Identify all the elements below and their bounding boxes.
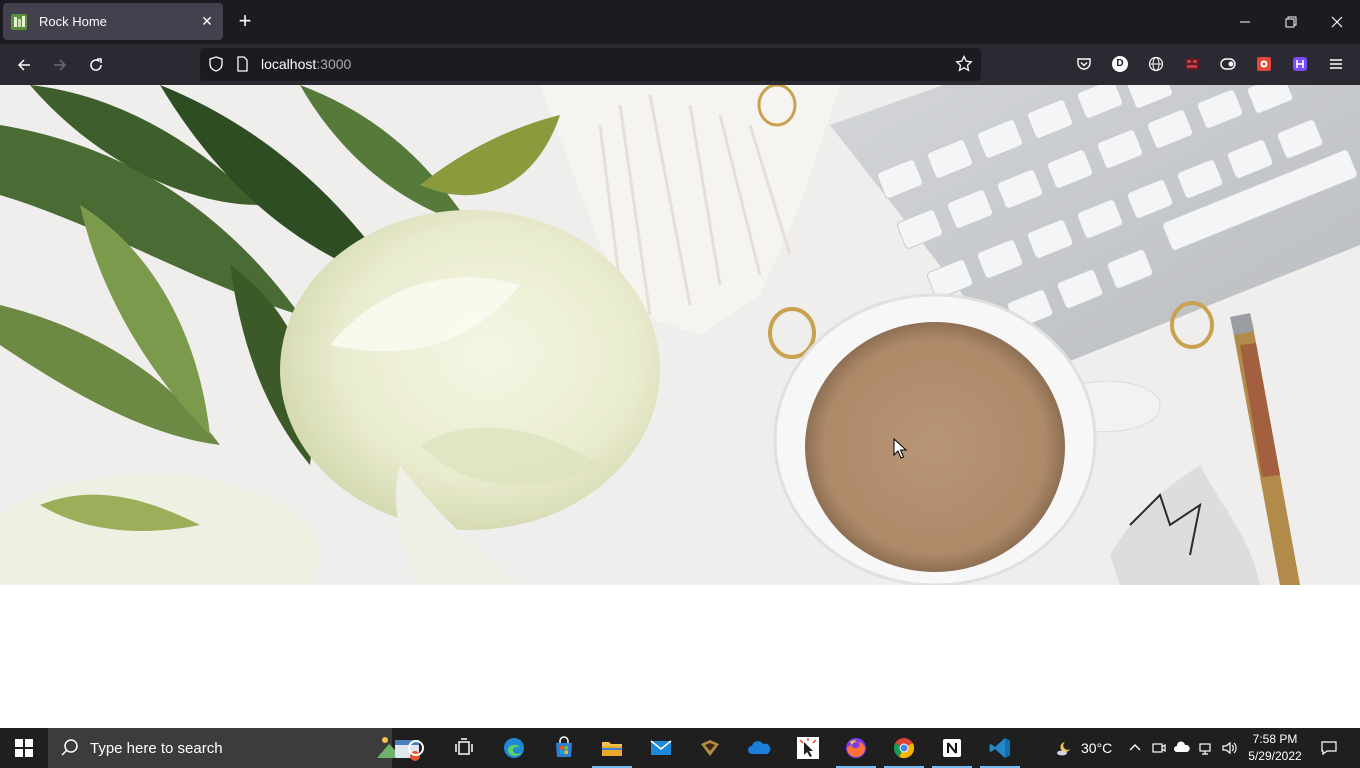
restore-icon — [1285, 16, 1297, 28]
restore-button[interactable] — [1268, 0, 1314, 44]
chevron-up-icon — [1129, 744, 1141, 751]
back-button[interactable] — [11, 52, 37, 78]
forward-button[interactable] — [47, 52, 73, 78]
minimize-button[interactable] — [1222, 0, 1268, 44]
windows-taskbar: Type here to search 30°C 7:58 PM 5/29/20… — [0, 728, 1360, 768]
task-view-button[interactable] — [440, 728, 488, 768]
extension-red-button[interactable] — [1183, 55, 1201, 73]
book-app-icon — [701, 740, 719, 756]
browser-tab-strip: Rock Home ✕ + — [0, 0, 1360, 44]
speaker-icon — [1222, 741, 1237, 755]
account-avatar-button[interactable]: D — [1111, 55, 1129, 73]
site-favicon-icon — [11, 13, 27, 30]
reload-icon — [90, 58, 102, 71]
tray-volume[interactable] — [1221, 740, 1237, 756]
hero-photo-illustration — [0, 85, 1360, 585]
tray-network[interactable] — [1198, 740, 1214, 756]
app-menu-button[interactable] — [1327, 55, 1345, 73]
action-center-button[interactable] — [1320, 739, 1338, 757]
clock-date: 5/29/2022 — [1248, 749, 1302, 763]
cloud-tray-icon — [1174, 741, 1190, 752]
system-clock[interactable]: 7:58 PM 5/29/2022 — [1240, 731, 1310, 765]
taskbar-firefox[interactable] — [832, 728, 880, 768]
bookmark-star-icon[interactable] — [955, 55, 973, 73]
extension-purple-icon — [1293, 57, 1307, 71]
tracking-protection-shield-icon[interactable] — [208, 56, 224, 72]
edge-icon — [504, 738, 524, 758]
url-text: localhost:3000 — [261, 56, 351, 72]
start-button[interactable] — [0, 728, 48, 768]
url-port: :3000 — [316, 56, 352, 72]
extension-orange-button[interactable] — [1255, 55, 1273, 73]
tab-close-icon[interactable]: ✕ — [199, 13, 215, 30]
pocket-icon — [1077, 58, 1091, 70]
extension-sync-button[interactable] — [1219, 55, 1237, 73]
mouse-cursor-icon — [893, 438, 907, 459]
url-host: localhost — [261, 56, 317, 72]
tab-title: Rock Home — [39, 14, 107, 29]
taskbar-store[interactable] — [540, 728, 588, 768]
pocket-button[interactable] — [1075, 55, 1093, 73]
sync-extension-icon — [1220, 58, 1236, 70]
taskbar-mail[interactable] — [637, 728, 685, 768]
taskbar-chrome[interactable] — [880, 728, 928, 768]
taskbar-onedrive[interactable] — [735, 728, 783, 768]
cursor-click-app-icon — [797, 737, 819, 759]
search-icon — [61, 739, 78, 756]
extension-purple-button[interactable] — [1291, 55, 1309, 73]
notification-icon — [1321, 741, 1337, 756]
account-d-icon: D — [1112, 56, 1128, 72]
windows-logo-icon — [15, 739, 33, 757]
globe-icon — [1148, 56, 1164, 72]
arrow-right-icon — [54, 59, 67, 71]
task-view-icon — [455, 738, 473, 755]
chrome-icon — [893, 738, 915, 759]
tray-meet-now[interactable] — [1151, 740, 1167, 756]
taskbar-snipping-tool[interactable] — [784, 728, 832, 768]
mail-icon — [650, 740, 672, 755]
firefox-icon — [846, 738, 866, 758]
tray-onedrive[interactable] — [1174, 740, 1190, 756]
page-viewport — [0, 85, 1360, 728]
taskbar-notion[interactable] — [928, 728, 976, 768]
network-icon — [1199, 743, 1211, 755]
reload-button[interactable] — [83, 52, 109, 78]
hero-banner-image — [0, 85, 1360, 585]
taskbar-edge[interactable] — [490, 728, 538, 768]
moon-cloud-icon — [1057, 742, 1070, 756]
cortana-circle-icon — [408, 740, 424, 756]
vscode-icon — [989, 738, 1010, 758]
new-tab-button[interactable]: + — [232, 9, 258, 35]
arrow-left-icon — [17, 59, 30, 71]
browser-toolbar: localhost:3000 D — [0, 44, 1360, 85]
weather-temperature[interactable]: 30°C — [1081, 740, 1112, 756]
translate-extension-button[interactable] — [1147, 55, 1165, 73]
close-window-button[interactable] — [1314, 0, 1360, 44]
page-info-icon[interactable] — [234, 56, 250, 72]
show-hidden-icons-button[interactable] — [1127, 740, 1143, 756]
notion-icon — [943, 739, 961, 757]
search-placeholder: Type here to search — [90, 739, 223, 757]
grid-extension-icon — [1185, 58, 1199, 70]
puzzle-orange-icon — [1257, 57, 1271, 71]
folder-icon — [602, 742, 622, 756]
minimize-icon — [1240, 21, 1250, 23]
hamburger-menu-icon — [1330, 59, 1342, 69]
weather-widget[interactable] — [1052, 740, 1076, 756]
address-bar[interactable]: localhost:3000 — [200, 48, 981, 81]
onedrive-cloud-icon — [748, 741, 771, 754]
close-icon — [1331, 16, 1343, 28]
tab-rock-home[interactable]: Rock Home ✕ — [3, 3, 223, 40]
taskbar-search-box[interactable]: Type here to search — [48, 728, 420, 768]
taskbar-file-explorer[interactable] — [588, 728, 636, 768]
camera-tray-icon — [1152, 743, 1166, 753]
cortana-button[interactable] — [392, 728, 440, 768]
clock-time: 7:58 PM — [1252, 732, 1298, 746]
taskbar-vscode[interactable] — [976, 728, 1024, 768]
microsoft-store-icon — [556, 736, 572, 757]
taskbar-app-book[interactable] — [686, 728, 734, 768]
